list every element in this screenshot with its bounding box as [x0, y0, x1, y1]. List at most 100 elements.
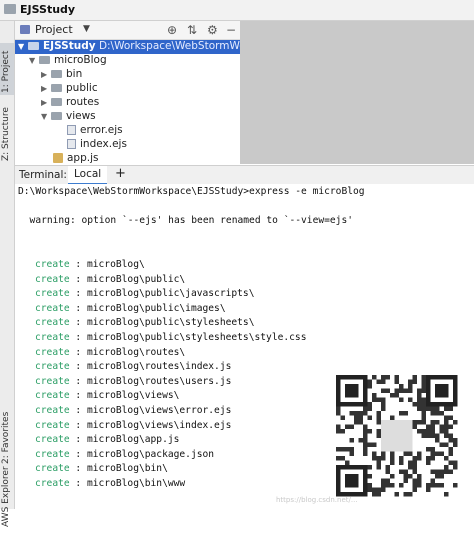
folder-icon — [39, 56, 50, 64]
chevron-right-icon[interactable]: ▶ — [41, 70, 51, 79]
create-keyword: create — [35, 390, 70, 402]
created-path: : microBlog\public\javascripts\ — [69, 288, 255, 300]
created-path: : microBlog\public\images\ — [69, 302, 226, 314]
create-keyword: create — [35, 463, 70, 475]
tab-structure[interactable]: Z: Structure — [0, 101, 14, 163]
created-path: : microBlog\bin\www — [69, 478, 186, 489]
tree-root[interactable]: ▼ EJSStudy D:\Workspace\WebStormWorkspace… — [15, 40, 240, 54]
created-path: : microBlog\views\index.ejs — [69, 419, 232, 431]
created-path: : microBlog\routes\users.js — [69, 375, 232, 387]
tree-item-routes[interactable]: ▶ routes — [41, 96, 99, 110]
created-path: : microBlog\public\stylesheets\ — [69, 317, 255, 329]
folder-icon — [51, 84, 62, 92]
chevron-down-icon[interactable]: ▼ — [41, 112, 51, 121]
create-line: create : microBlog\public\stylesheets\ — [35, 317, 255, 328]
tab-project[interactable]: 1: Project — [0, 43, 14, 95]
project-panel-header: Project ▼ ⊕ ⇅ ⚙ − — [15, 21, 240, 40]
tree-item-app-js[interactable]: app.js — [53, 152, 99, 164]
create-line: create : microBlog\routes\index.js — [35, 361, 231, 372]
tree-item-label: views — [66, 110, 96, 122]
chevron-right-icon[interactable]: ▶ — [41, 84, 51, 93]
gear-icon[interactable]: ⚙ — [207, 23, 218, 37]
create-keyword: create — [35, 317, 70, 329]
tab-local[interactable]: Local — [68, 166, 108, 185]
js-file-icon — [53, 153, 63, 163]
create-line: create : microBlog\public\ — [35, 274, 185, 285]
created-path: : microBlog\public\ — [69, 273, 186, 285]
created-path: : microBlog\package.json — [69, 448, 215, 460]
create-line: create : microBlog\package.json — [35, 449, 214, 460]
folder-icon — [51, 98, 62, 106]
tab-aws-explorer[interactable]: AWS Explorer — [0, 466, 14, 533]
tree-item-label: app.js — [67, 152, 99, 164]
tree-item-views[interactable]: ▼ views — [41, 110, 96, 124]
tree-item-label: microBlog — [54, 54, 107, 66]
chevron-right-icon[interactable]: ▶ — [41, 98, 51, 107]
create-keyword: create — [35, 434, 70, 446]
create-line: create : microBlog\bin\ — [35, 463, 168, 474]
collapse-icon[interactable]: ⇅ — [187, 23, 197, 37]
create-keyword: create — [35, 448, 70, 460]
created-path: : microBlog\routes\ — [69, 346, 186, 358]
watermark: https://blog.csdn.net/... — [276, 496, 358, 504]
ejs-file-icon — [67, 139, 76, 149]
tree-item-label: bin — [66, 68, 83, 80]
editor-area — [240, 21, 474, 164]
chevron-down-icon[interactable]: ▼ — [83, 24, 90, 34]
tree-item-label: public — [66, 82, 98, 94]
tree-item-index-ejs[interactable]: index.ejs — [67, 138, 127, 152]
create-line: create : microBlog\public\javascripts\ — [35, 288, 255, 299]
created-path: : microBlog\routes\index.js — [69, 361, 232, 373]
project-tree[interactable]: ▼ EJSStudy D:\Workspace\WebStormWorkspace… — [15, 40, 240, 164]
create-line: create : microBlog\views\error.ejs — [35, 405, 231, 416]
tree-item-label: index.ejs — [80, 138, 127, 150]
project-icon — [20, 25, 30, 34]
created-path: : microBlog\bin\ — [69, 463, 168, 475]
create-keyword: create — [35, 273, 70, 285]
tree-item-label: error.ejs — [80, 124, 123, 136]
add-terminal-button[interactable]: + — [115, 166, 126, 181]
tab-favorites[interactable]: 2: Favorites — [0, 406, 14, 466]
ejs-file-icon — [67, 125, 76, 135]
folder-icon — [51, 112, 62, 120]
locate-icon[interactable]: ⊕ — [167, 23, 177, 37]
tree-item-microblog[interactable]: ▼ microBlog — [29, 54, 107, 68]
tree-item-error-ejs[interactable]: error.ejs — [67, 124, 123, 138]
tab-structure-label: Z: Structure — [1, 107, 11, 161]
minimize-icon[interactable]: − — [226, 23, 236, 37]
terminal-tab-bar: Terminal: Local + — [15, 165, 474, 185]
tab-favorites-label: 2: Favorites — [1, 411, 11, 464]
tab-aws-label: AWS Explorer — [1, 466, 11, 527]
tree-item-bin[interactable]: ▶ bin — [41, 68, 82, 82]
create-keyword: create — [35, 302, 70, 314]
create-line: create : microBlog\ — [35, 259, 145, 270]
warning-line: warning: option `--ejs' has been renamed… — [18, 215, 354, 226]
tool-window-strip: 1: Project Z: Structure 2: Favorites AWS… — [0, 21, 15, 527]
created-path: : microBlog\ — [69, 259, 145, 270]
create-line: create : microBlog\public\stylesheets\st… — [35, 332, 306, 343]
folder-icon — [51, 70, 62, 78]
create-line: create : microBlog\routes\ — [35, 347, 185, 358]
project-view-selector[interactable]: Project — [35, 23, 73, 36]
create-line: create : microBlog\views\index.ejs — [35, 420, 231, 431]
create-line: create : microBlog\routes\users.js — [35, 376, 231, 387]
chevron-down-icon[interactable]: ▼ — [18, 42, 28, 51]
tab-project-label: 1: Project — [1, 50, 11, 93]
qr-code-image — [334, 371, 460, 501]
create-keyword: create — [35, 361, 70, 373]
create-keyword: create — [35, 405, 70, 416]
root-name: EJSStudy — [43, 40, 96, 52]
root-path: D:\Workspace\WebStormWorkspace\EJ — [98, 40, 240, 52]
folder-icon — [4, 4, 16, 14]
create-line: create : microBlog\bin\www — [35, 478, 185, 489]
create-keyword: create — [35, 375, 70, 387]
created-path: : microBlog\public\stylesheets\style.css — [69, 332, 307, 343]
created-path: : microBlog\views\ — [69, 390, 180, 402]
create-line: create : microBlog\app.js — [35, 434, 179, 445]
create-keyword: create — [35, 419, 70, 431]
chevron-down-icon[interactable]: ▼ — [29, 56, 39, 65]
tree-item-public[interactable]: ▶ public — [41, 82, 98, 96]
qr-code-icon — [336, 375, 458, 497]
created-path: : microBlog\views\error.ejs — [69, 405, 232, 416]
create-keyword: create — [35, 478, 70, 489]
